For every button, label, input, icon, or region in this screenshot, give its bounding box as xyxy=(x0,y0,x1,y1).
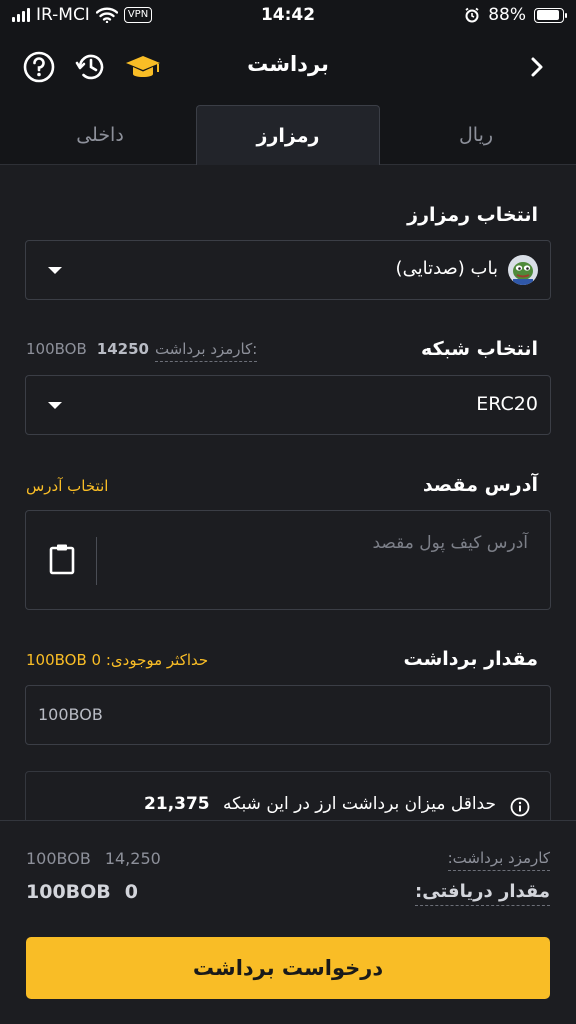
battery-percent: 88% xyxy=(488,5,526,25)
divider xyxy=(96,537,97,585)
paste-clipboard-icon[interactable] xyxy=(48,543,76,575)
amount-placeholder: 100BOB xyxy=(38,705,103,724)
summary-fee-label: کارمزد برداشت: xyxy=(447,849,550,871)
network-select[interactable]: ERC20 xyxy=(25,375,551,435)
summary-receive-label: مقدار دریافتی: xyxy=(415,881,550,906)
withdraw-summary-footer: کارمزد برداشت: 100BOB 14,250 مقدار دریاف… xyxy=(0,820,576,1024)
alarm-icon xyxy=(465,7,479,23)
info-icon xyxy=(510,797,530,817)
address-input[interactable]: آدرس کیف پول مقصد xyxy=(25,510,551,610)
min-withdrawal-value: 21,375 xyxy=(144,794,210,814)
tab-bar: داخلی رمزارز ریال xyxy=(0,102,576,165)
amount-label: مقدار برداشت xyxy=(403,648,539,670)
coin-avatar-icon xyxy=(508,255,538,285)
min-withdrawal-text: حداقل میزان برداشت ارز در این شبکه 21,37… xyxy=(144,794,496,814)
select-address-link[interactable]: انتخاب آدرس xyxy=(26,477,108,495)
network-fee: 100BOB 14250 کارمزد برداشت: xyxy=(26,340,258,362)
network-fee-label: کارمزد برداشت: xyxy=(154,340,258,362)
submit-withdraw-button[interactable]: درخواست برداشت xyxy=(26,937,550,999)
chevron-right-icon[interactable] xyxy=(524,54,550,80)
coin-selected: باب (صدتایی) xyxy=(395,258,498,279)
summary-fee-value: 14,250 xyxy=(104,849,161,868)
max-balance-link[interactable]: حداکثر موجودی: 0 100BOB xyxy=(26,651,208,669)
coin-label: انتخاب رمزارز xyxy=(407,204,538,226)
tab-crypto[interactable]: رمزارز xyxy=(196,105,380,165)
network-label: انتخاب شبکه xyxy=(421,338,538,360)
status-bar: IR-MCI VPN 14:42 88% xyxy=(0,0,576,32)
address-label: آدرس مقصد xyxy=(422,474,538,496)
network-selected: ERC20 xyxy=(476,393,538,415)
battery-icon xyxy=(534,7,567,23)
dropdown-caret-icon xyxy=(48,267,62,274)
page-title: برداشت xyxy=(247,52,329,76)
tab-internal[interactable]: داخلی xyxy=(8,105,192,165)
summary-receive-unit: 100BOB xyxy=(26,881,111,903)
summary-fee-unit: 100BOB xyxy=(26,849,91,868)
coin-select[interactable]: باب (صدتایی) xyxy=(25,240,551,300)
summary-receive: 100BOB 0 xyxy=(26,881,138,903)
app-header: برداشت xyxy=(0,32,576,102)
tab-rial[interactable]: ریال xyxy=(384,105,568,165)
dropdown-caret-icon xyxy=(48,402,62,409)
address-placeholder: آدرس کیف پول مقصد xyxy=(372,533,528,553)
summary-fee: 100BOB 14,250 xyxy=(26,849,161,868)
amount-input[interactable]: 100BOB xyxy=(25,685,551,745)
min-withdrawal-label: حداقل میزان برداشت ارز در این شبکه xyxy=(223,794,496,814)
network-fee-value: 14250 xyxy=(96,340,149,358)
summary-receive-value: 0 xyxy=(124,881,139,903)
network-fee-unit: 100BOB xyxy=(26,340,87,358)
